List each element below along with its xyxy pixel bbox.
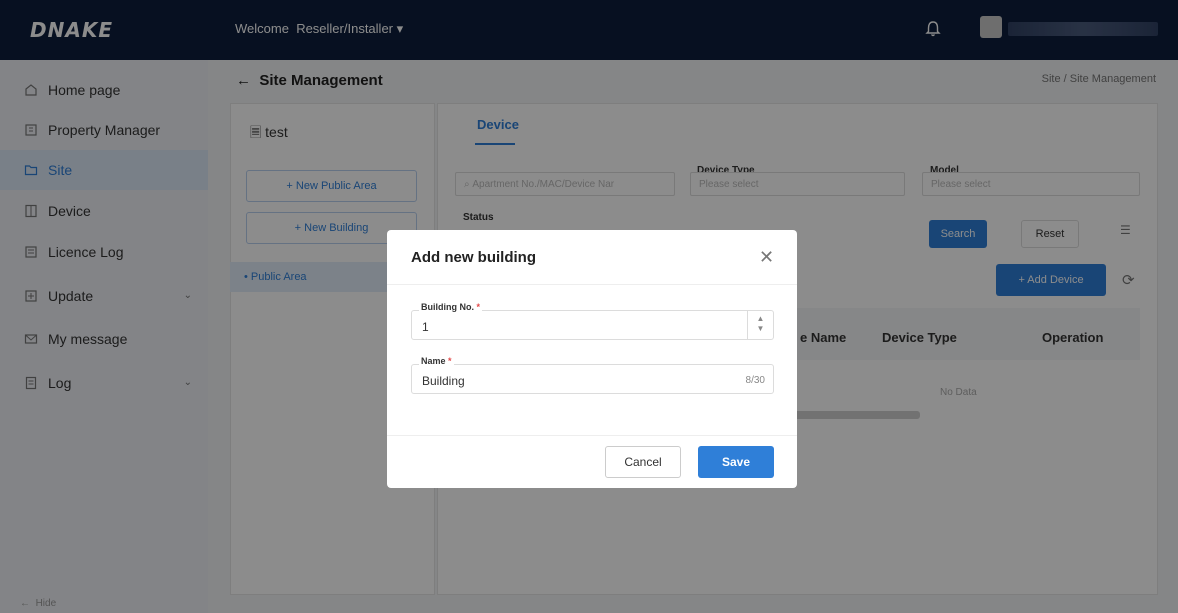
required-marker: * xyxy=(448,356,452,366)
close-icon[interactable]: ✕ xyxy=(759,247,774,268)
add-building-dialog: Add new building ✕ Building No. * 1 ▲ ▼ … xyxy=(387,230,797,488)
building-no-value: 1 xyxy=(422,320,429,334)
cancel-button[interactable]: Cancel xyxy=(605,446,681,478)
number-stepper[interactable]: ▲ ▼ xyxy=(747,311,773,339)
name-label: Name * xyxy=(419,356,454,366)
building-no-label-text: Building No. xyxy=(421,302,474,312)
building-no-label: Building No. * xyxy=(419,302,483,312)
dialog-title: Add new building xyxy=(411,249,536,266)
name-value: Building xyxy=(422,374,465,388)
name-label-text: Name xyxy=(421,356,446,366)
building-no-field[interactable]: Building No. * 1 ▲ ▼ xyxy=(411,302,774,340)
save-button[interactable]: Save xyxy=(698,446,774,478)
divider xyxy=(387,435,797,436)
stepper-down-icon[interactable]: ▼ xyxy=(748,324,773,334)
name-field[interactable]: Name * Building 8/30 xyxy=(411,356,774,394)
required-marker: * xyxy=(476,302,481,312)
stepper-up-icon[interactable]: ▲ xyxy=(748,314,773,324)
char-counter: 8/30 xyxy=(745,375,765,386)
divider xyxy=(387,284,797,285)
